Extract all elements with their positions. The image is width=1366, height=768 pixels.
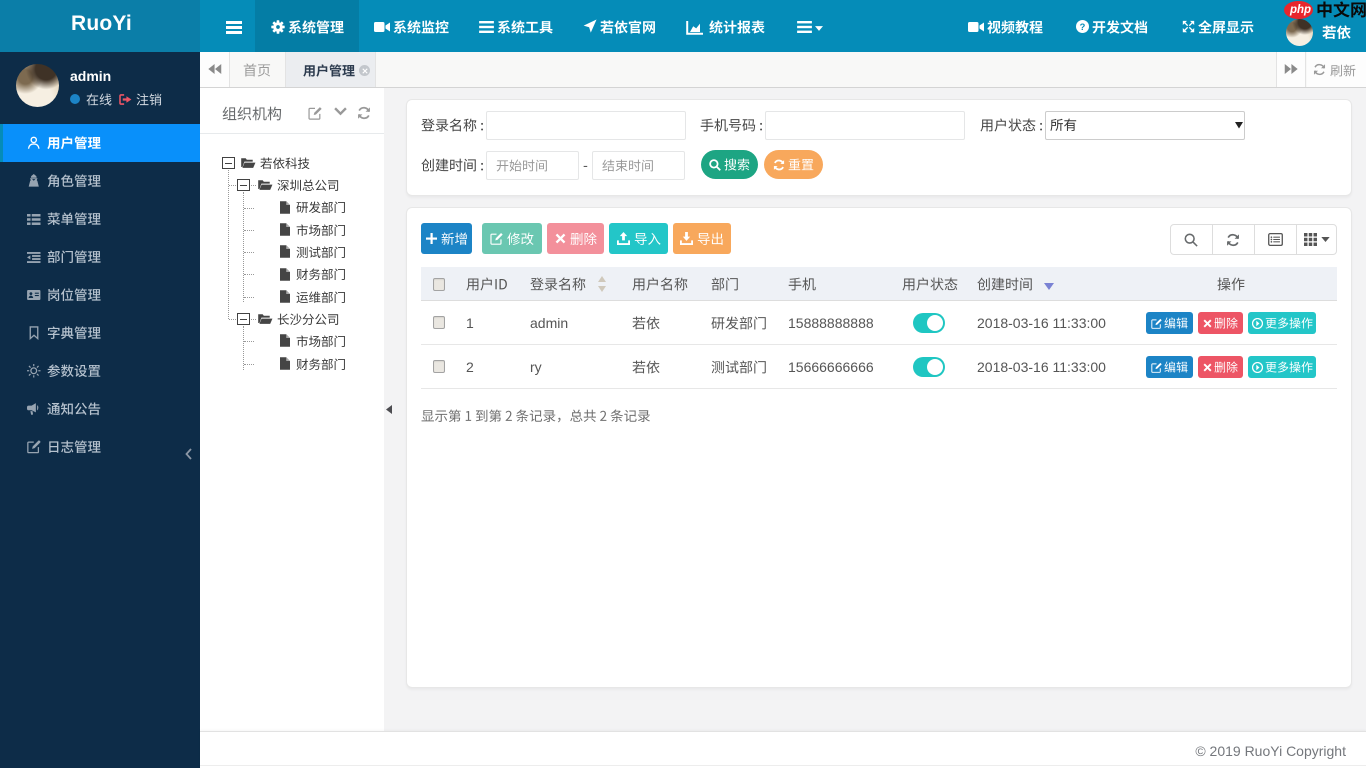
svg-text:?: ? [1080, 22, 1086, 32]
